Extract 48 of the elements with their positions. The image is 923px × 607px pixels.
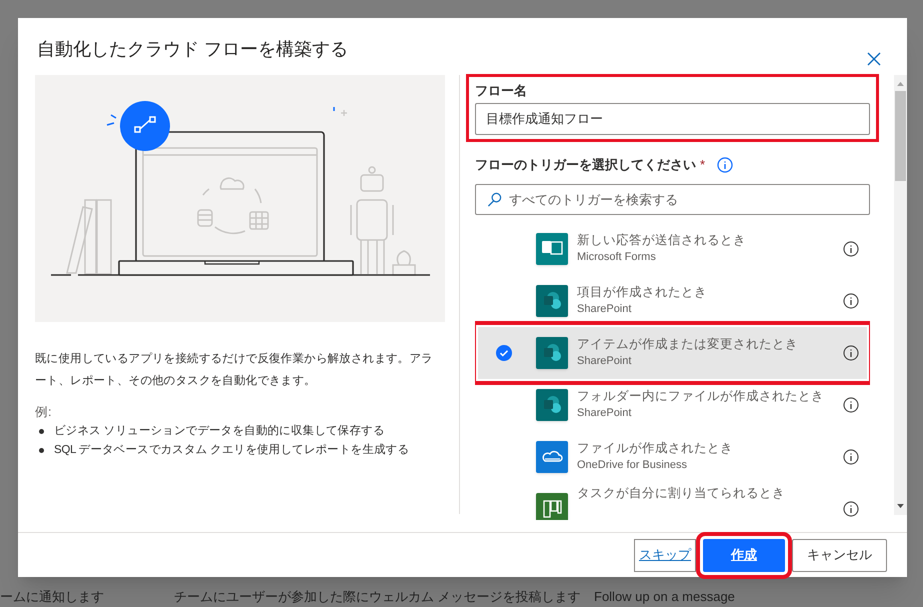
connector-icon bbox=[536, 441, 568, 473]
connector-name: SharePoint bbox=[577, 354, 632, 369]
trigger-title: ファイルが作成されたとき bbox=[577, 440, 734, 457]
bullet-icon bbox=[39, 448, 44, 453]
info-icon[interactable] bbox=[843, 449, 859, 465]
info-icon[interactable] bbox=[843, 293, 859, 309]
trigger-title: フォルダー内にファイルが作成されたとき bbox=[577, 388, 825, 405]
info-icon[interactable] bbox=[843, 241, 859, 257]
cancel-button[interactable]: キャンセル bbox=[792, 538, 887, 572]
examples-label: 例: bbox=[35, 404, 52, 421]
skip-link[interactable]: スキップ bbox=[634, 538, 696, 572]
trigger-title: 新しい応答が送信されるとき bbox=[577, 232, 747, 249]
scrollbar[interactable] bbox=[894, 75, 907, 515]
description-text: 既に使用しているアプリを接続するだけで反復作業から解放されます。アラート、レポート、その他のタスクを自動化できます。 bbox=[35, 351, 434, 389]
info-icon[interactable] bbox=[843, 345, 859, 361]
dialog-title: 自動化したクラウド フローを構築する bbox=[37, 38, 348, 61]
background-text: チームにユーザーが参加した際にウェルカム メッセージを投稿します bbox=[173, 588, 580, 606]
flow-name-field[interactable]: 目標作成通知フロー bbox=[475, 103, 870, 135]
field-label: フローのトリガーを選択してください bbox=[475, 156, 696, 174]
connector-name: OneDrive for Business bbox=[577, 458, 688, 473]
example-item: SQL データベースでカスタム クエリを使用してレポートを生成する bbox=[54, 442, 410, 458]
connector-name: SharePoint bbox=[577, 406, 632, 421]
trigger-title: アイテムが作成または変更されたとき bbox=[577, 336, 799, 353]
check-icon bbox=[496, 345, 512, 361]
connector-icon bbox=[536, 493, 568, 520]
trigger-title: タスクが自分に割り当てられるとき bbox=[577, 485, 786, 502]
background-text: Follow up on a message bbox=[593, 588, 736, 606]
connector-icon bbox=[536, 337, 568, 369]
required-mark: * bbox=[700, 156, 706, 174]
field-label: フロー名 bbox=[475, 82, 528, 100]
info-icon[interactable] bbox=[843, 397, 859, 413]
background-text: ームに通知します bbox=[0, 588, 105, 606]
bullet-icon bbox=[39, 429, 44, 434]
create-button[interactable]: 作成 bbox=[703, 538, 785, 572]
close-icon[interactable] bbox=[867, 52, 881, 66]
example-item: ビジネス ソリューションでデータを自動的に収集して保存する bbox=[54, 424, 384, 439]
trigger-search-field[interactable]: すべてのトリガーを検索する bbox=[475, 184, 870, 215]
info-icon[interactable] bbox=[843, 501, 859, 517]
connector-name: SharePoint bbox=[577, 302, 632, 317]
trigger-title: 項目が作成されたとき bbox=[577, 284, 708, 301]
connector-icon bbox=[536, 285, 568, 317]
connector-icon bbox=[536, 389, 568, 421]
connector-icon bbox=[536, 233, 568, 265]
search-icon bbox=[487, 192, 502, 207]
scroll-down-icon[interactable] bbox=[897, 504, 904, 509]
scrollbar-thumb[interactable] bbox=[895, 91, 906, 181]
trigger-item[interactable]: アイテムが作成または変更されたとき SharePoint bbox=[478, 327, 867, 379]
connector-name: Microsoft Forms bbox=[577, 250, 657, 265]
